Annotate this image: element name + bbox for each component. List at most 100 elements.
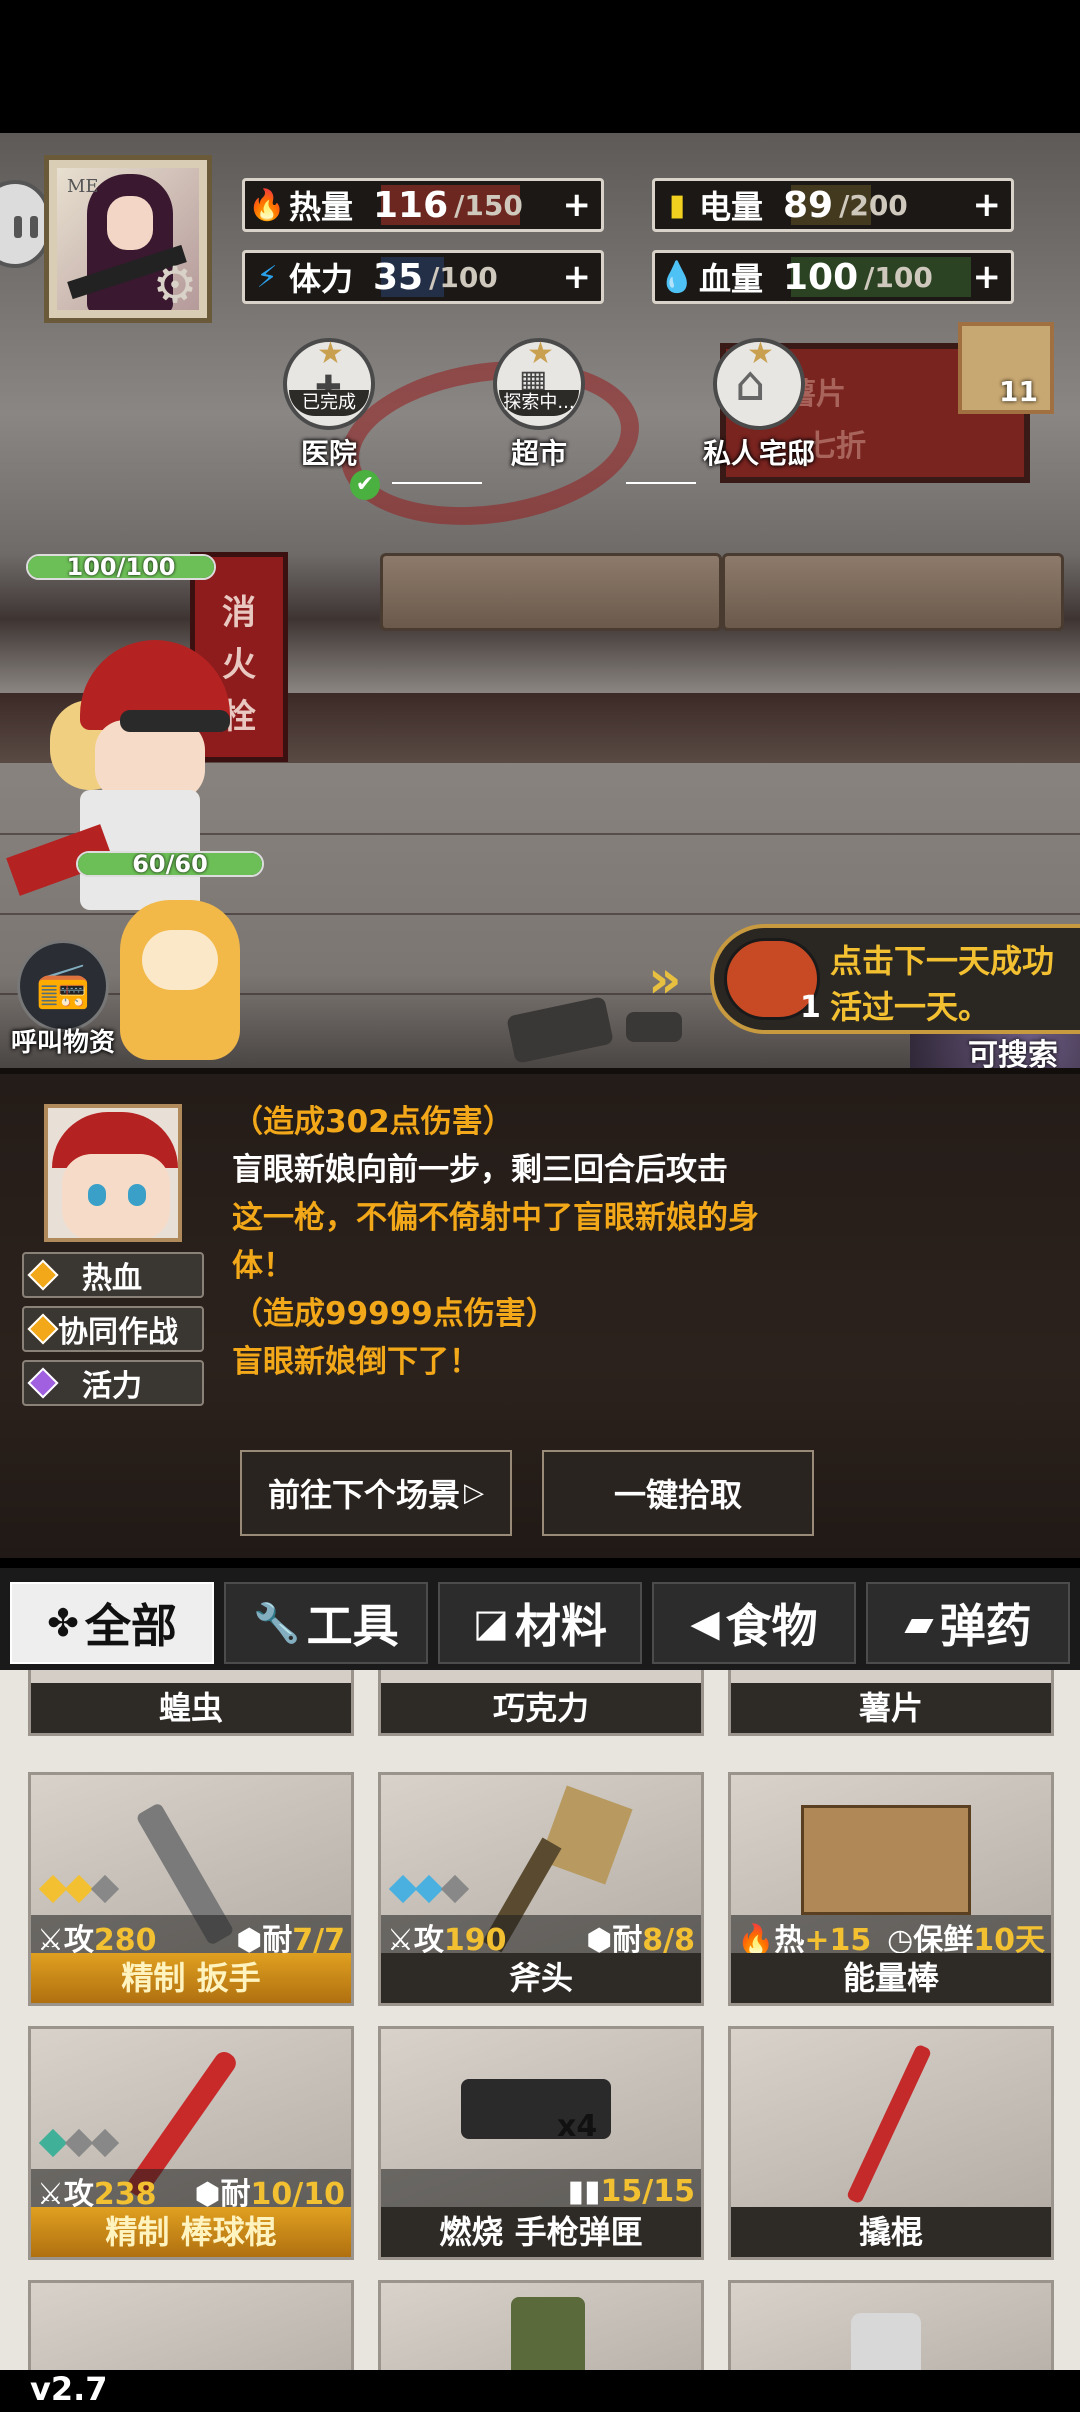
location-name: 私人宅邸 xyxy=(702,437,815,470)
tab-all[interactable]: ✤ 全部 xyxy=(10,1582,214,1664)
power-stat: ▮ 电量 89 /200 + xyxy=(652,178,1014,232)
log-line: 这一枪，不偏不倚射中了盲眼新娘的身 xyxy=(232,1200,759,1236)
trait-label: 协同作战 xyxy=(58,1315,178,1350)
portrait-face xyxy=(62,1154,170,1238)
location-tag: 探索中... xyxy=(499,390,579,416)
pickup-all-button[interactable]: 一键拾取 xyxy=(542,1450,814,1536)
item-name: 能量棒 xyxy=(731,1953,1051,2003)
battle-log-panel: 热血 协同作战 活力 （造成302点伤害） 盲眼新娘向前一步，剩三回合后攻击 这… xyxy=(0,1068,1080,1558)
item-card-baseball-bat[interactable]: ⚔攻238 ⬢耐10/10 精制 棒球棍 xyxy=(28,2026,354,2260)
item-name: 斧头 xyxy=(381,1953,701,2003)
heat-value: 116 xyxy=(373,184,449,226)
home-icon: ⌂ xyxy=(735,356,766,412)
tab-tools[interactable]: 🔧 工具 xyxy=(224,1582,428,1664)
food-icon: ◀ xyxy=(690,1601,720,1645)
add-health-button[interactable]: + xyxy=(973,257,1002,297)
star-icon xyxy=(414,1874,444,1904)
canister-icon xyxy=(851,2313,921,2370)
tab-label: 全部 xyxy=(84,1599,177,1653)
item-card-pistol-magazine[interactable]: x4 ▮▮15/15 燃烧 手枪弹匣 xyxy=(378,2026,704,2260)
add-power-button[interactable]: + xyxy=(973,185,1002,225)
dog-face xyxy=(142,930,218,990)
house-icon: ★ ⌂ xyxy=(713,336,805,430)
location-name: 超市 xyxy=(510,437,567,470)
add-stamina-button[interactable]: + xyxy=(563,257,592,297)
character-face xyxy=(95,720,205,800)
portrait-eye xyxy=(88,1184,106,1206)
add-heat-button[interactable]: + xyxy=(563,185,592,225)
item-name: 精制 扳手 xyxy=(31,1953,351,2003)
location-hospital[interactable]: ★ ✚ 已完成 医院 xyxy=(264,336,394,472)
log-line: 盲眼新娘倒下了！ xyxy=(232,1344,480,1380)
item-card-wrench[interactable]: ⚔攻280 ⬢耐7/7 精制 扳手 xyxy=(28,1772,354,2006)
location-tag: 已完成 xyxy=(289,390,369,416)
tip-text: 点击下一天成功 活过一天。 xyxy=(830,938,1080,1030)
stamina-value: 35 xyxy=(373,256,424,298)
star-icon xyxy=(440,1874,470,1904)
item-card-energy-bar[interactable]: 🔥热+15 ◷保鲜10天 能量棒 xyxy=(728,1772,1054,2006)
next-day-tip[interactable]: 1 点击下一天成功 活过一天。 xyxy=(710,924,1080,1034)
trait-label: 活力 xyxy=(82,1369,142,1404)
log-line: （造成302点伤害） xyxy=(232,1104,514,1140)
path-line xyxy=(626,482,696,484)
tab-materials[interactable]: ◪ 材料 xyxy=(438,1582,642,1664)
status-bar-area xyxy=(0,0,1080,133)
heat-stat: 🔥 热量 116 /150 + xyxy=(242,178,604,232)
double-chevron-icon: » xyxy=(648,950,681,1010)
item-card[interactable] xyxy=(378,2280,704,2370)
lightning-icon: ⚡ xyxy=(256,259,278,295)
location-supermarket[interactable]: ★ ▦ 探索中... 超市 xyxy=(474,336,604,472)
trait-badge[interactable]: 热血 xyxy=(22,1252,204,1298)
character-hp-bar: 100/100 xyxy=(26,554,216,580)
item-card-axe[interactable]: ⚔攻190 ⬢耐8/8 斧头 xyxy=(378,1772,704,2006)
call-supplies-label: 呼叫物资 xyxy=(10,1028,115,1058)
material-icon: ◪ xyxy=(473,1601,509,1645)
log-line: （造成99999点伤害） xyxy=(232,1296,557,1332)
location-private-mansion[interactable]: ★ ⌂ 私人宅邸 xyxy=(684,336,834,472)
tab-ammo[interactable]: ▰ 弹药 xyxy=(866,1582,1070,1664)
trait-label: 热血 xyxy=(82,1261,142,1296)
tab-label: 食物 xyxy=(725,1599,818,1653)
item-card[interactable]: 薯片 xyxy=(728,1670,1054,1736)
wrench-icon: 🔧 xyxy=(253,1600,301,1645)
log-line: 体！ xyxy=(232,1248,294,1284)
trait-badge[interactable]: 协同作战 xyxy=(22,1306,204,1352)
shelf-left xyxy=(380,553,722,631)
pet-dog-sprite[interactable] xyxy=(120,900,240,1060)
diamond-icon xyxy=(27,1367,59,1399)
tip-count: 1 xyxy=(800,990,821,1025)
envelope-icon[interactable]: 11 xyxy=(958,322,1054,414)
jerrycan-icon xyxy=(511,2297,585,2370)
health-stat: 💧 血量 100 /100 + xyxy=(652,250,1014,304)
character-portrait[interactable] xyxy=(44,1104,182,1242)
item-card[interactable] xyxy=(728,2280,1054,2370)
item-card[interactable]: 巧克力 xyxy=(378,1670,704,1736)
item-name: 燃烧 手枪弹匣 xyxy=(381,2207,701,2257)
power-value: 89 xyxy=(783,184,834,226)
shelf-right xyxy=(722,553,1064,631)
item-image xyxy=(381,2283,701,2370)
star-icon: ★ xyxy=(317,336,344,371)
item-card[interactable]: 蝗虫 xyxy=(28,1670,354,1736)
supermarket-icon: ★ ▦ 探索中... xyxy=(493,336,585,430)
play-arrow-icon: ▷ xyxy=(464,1478,484,1508)
quality-stars xyxy=(388,1874,470,1904)
star-icon xyxy=(38,1874,68,1904)
pet-hp-text: 60/60 xyxy=(132,851,208,877)
tab-food[interactable]: ◀ 食物 xyxy=(652,1582,856,1664)
item-image xyxy=(731,2029,1051,2207)
stamina-stat: ⚡ 体力 35 /100 + xyxy=(242,250,604,304)
item-card-crowbar[interactable]: 撬棍 xyxy=(728,2026,1054,2260)
call-supplies-button[interactable]: 📻 呼叫物资 xyxy=(8,940,118,1059)
item-image xyxy=(731,2283,1051,2370)
category-tabs: ✤ 全部 🔧 工具 ◪ 材料 ◀ 食物 ▰ 弹药 xyxy=(0,1568,1080,1670)
health-value: 100 xyxy=(783,256,859,298)
item-card[interactable] xyxy=(28,2280,354,2370)
item-name: 薯片 xyxy=(731,1683,1051,1733)
axe-icon xyxy=(539,1785,633,1885)
gear-icon[interactable]: ⚙ xyxy=(148,258,202,312)
next-scene-button[interactable]: 前往下个场景 ▷ xyxy=(240,1450,512,1536)
tab-label: 弹药 xyxy=(939,1599,1032,1653)
stamina-label: 体力 xyxy=(289,260,354,298)
trait-badge[interactable]: 活力 xyxy=(22,1360,204,1406)
